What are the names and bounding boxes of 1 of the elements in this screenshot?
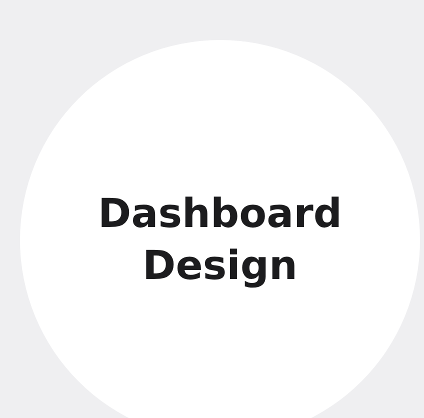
title: Dashboard Design [97,190,343,291]
